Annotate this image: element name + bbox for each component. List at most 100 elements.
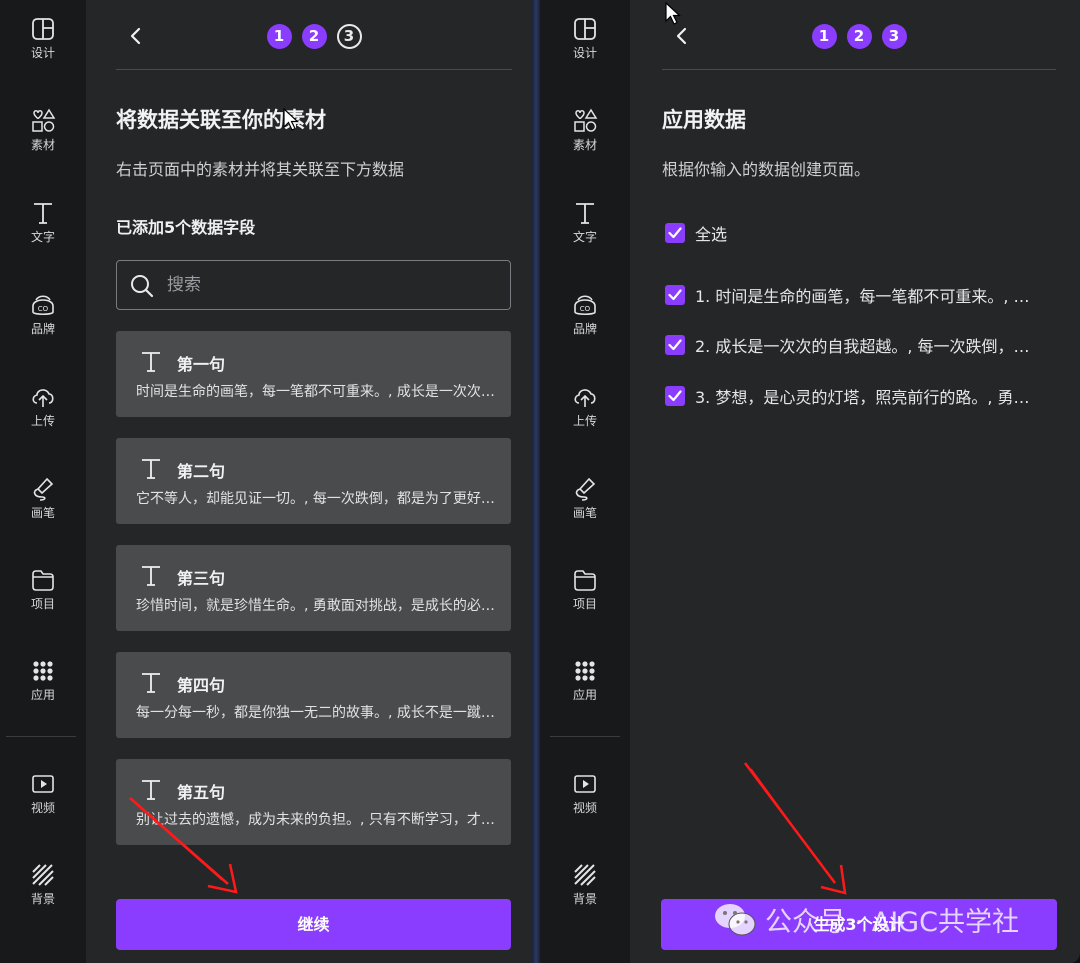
step-3: 3 bbox=[881, 24, 907, 49]
rail-item-video[interactable]: 视频 bbox=[540, 771, 630, 816]
rail-item-upload[interactable]: 上传 bbox=[540, 384, 630, 429]
text-type-icon bbox=[142, 459, 160, 479]
checkbox-checked[interactable] bbox=[665, 285, 685, 305]
rail-item-design[interactable]: 设计 bbox=[0, 16, 86, 61]
rail-item-brand[interactable]: CO 品牌 bbox=[0, 292, 86, 337]
rail-item-text[interactable]: 文字 bbox=[540, 200, 630, 245]
rail-item-elements[interactable]: 素材 bbox=[0, 108, 86, 153]
checkbox-checked[interactable] bbox=[665, 386, 685, 406]
rail-item-label: 品牌 bbox=[30, 322, 55, 336]
apply-data-panel: 1 2 3 应用数据 根据你输入的数据创建页面。 全选 1. 时间是生命的画笔，… bbox=[630, 0, 1080, 963]
data-row-3[interactable]: 3. 梦想，是心灵的灯塔，照亮前行的路。, 勇敢追梦，不负韶华。 bbox=[665, 384, 1045, 408]
field-title: 第三句 bbox=[177, 569, 226, 588]
page-title: 应用数据 bbox=[662, 108, 746, 132]
rail-item-brush[interactable]: 画笔 bbox=[0, 476, 86, 521]
design-icon bbox=[32, 18, 54, 40]
side-rail: 设计素材文字 CO 品牌上传画笔项目应用视频背景 bbox=[0, 0, 86, 963]
rail-item-design[interactable]: 设计 bbox=[540, 16, 630, 61]
apps-icon bbox=[33, 661, 53, 681]
data-row-label: 3. 梦想，是心灵的灯塔，照亮前行的路。, 勇敢追梦，不负韶华。 bbox=[695, 388, 1045, 407]
step-indicator: 1 2 3 bbox=[662, 24, 1056, 49]
select-all-label: 全选 bbox=[695, 225, 728, 244]
text-icon bbox=[34, 203, 52, 224]
page-title: 将数据关联至你的素材 bbox=[116, 108, 326, 132]
data-row-label: 2. 成长是一次次的自我超越。, 每一次跌倒，都是为了更好地站起。 bbox=[695, 337, 1045, 356]
search-input[interactable] bbox=[167, 271, 497, 299]
rail-item-label: 素材 bbox=[572, 138, 597, 152]
rail-item-label: 项目 bbox=[30, 597, 55, 611]
step-1: 1 bbox=[811, 24, 837, 49]
brand-icon: CO bbox=[32, 295, 54, 316]
step-2: 2 bbox=[301, 24, 327, 49]
search-box[interactable] bbox=[116, 260, 511, 310]
left-screen: 设计素材文字 CO 品牌上传画笔项目应用视频背景 1 2 3 将数据关联至你的素材 … bbox=[0, 0, 532, 963]
data-row-2[interactable]: 2. 成长是一次次的自我超越。, 每一次跌倒，都是为了更好地站起。 bbox=[665, 333, 1045, 357]
rail-item-video[interactable]: 视频 bbox=[0, 771, 86, 816]
text-type-icon bbox=[142, 780, 160, 800]
rail-item-apps[interactable]: 应用 bbox=[0, 658, 86, 703]
panel-header: 1 2 3 bbox=[116, 0, 512, 70]
rail-item-brush[interactable]: 画笔 bbox=[540, 476, 630, 521]
field-card-2[interactable]: 第二句 它不等人，却能见证一切。, 每一次跌倒，都是为了更好地站起。 bbox=[116, 438, 511, 524]
rail-item-label: 应用 bbox=[30, 688, 55, 702]
panel-header: 1 2 3 bbox=[662, 0, 1056, 70]
field-card-5[interactable]: 第五句 别让过去的遗憾，成为未来的负担。, 只有不断学习，才能不断进步。 bbox=[116, 759, 511, 845]
rail-item-label: 应用 bbox=[572, 688, 597, 702]
continue-button[interactable]: 继续 bbox=[116, 899, 511, 950]
field-card-1[interactable]: 第一句 时间是生命的画笔，每一笔都不可重来。, 成长是一次次的自我超越。 bbox=[116, 331, 511, 417]
rail-item-label: 背景 bbox=[30, 892, 55, 906]
rail-item-folder[interactable]: 项目 bbox=[540, 567, 630, 612]
field-title: 第四句 bbox=[177, 676, 226, 695]
rail-item-label: 背景 bbox=[572, 892, 597, 906]
svg-text:CO: CO bbox=[580, 305, 591, 313]
data-row-label: 1. 时间是生命的画笔，每一笔都不可重来。, 它不等人，却能见证一切。 bbox=[695, 287, 1045, 306]
rail-item-brand[interactable]: CO 品牌 bbox=[540, 292, 630, 337]
generate-designs-button[interactable]: 生成3个设计 bbox=[661, 899, 1057, 950]
rail-item-label: 文字 bbox=[30, 230, 55, 244]
field-preview: 珍惜时间，就是珍惜生命。, 勇敢面对挑战，是成长的必经之路。 bbox=[136, 598, 496, 614]
video-icon bbox=[574, 775, 596, 793]
folder-icon bbox=[32, 570, 54, 591]
field-card-3[interactable]: 第三句 珍惜时间，就是珍惜生命。, 勇敢面对挑战，是成长的必经之路。 bbox=[116, 545, 511, 631]
fields-count-title: 已添加5个数据字段 bbox=[116, 218, 256, 237]
rail-item-background[interactable]: 背景 bbox=[0, 862, 86, 907]
rail-separator bbox=[550, 736, 620, 737]
elements-icon bbox=[32, 108, 56, 132]
rail-item-label: 视频 bbox=[30, 801, 55, 815]
rail-item-label: 视频 bbox=[572, 801, 597, 815]
data-row-1[interactable]: 1. 时间是生命的画笔，每一笔都不可重来。, 它不等人，却能见证一切。 bbox=[665, 283, 1045, 307]
checkbox-checked[interactable] bbox=[665, 223, 685, 243]
side-rail: 设计素材文字 CO 品牌上传画笔项目应用视频背景 bbox=[540, 0, 630, 963]
video-icon bbox=[32, 775, 54, 793]
page-description: 右击页面中的素材并将其关联至下方数据 bbox=[116, 160, 405, 179]
screen-divider bbox=[532, 0, 540, 963]
rail-item-text[interactable]: 文字 bbox=[0, 200, 86, 245]
rail-item-upload[interactable]: 上传 bbox=[0, 384, 86, 429]
field-title: 第二句 bbox=[177, 462, 226, 481]
design-icon bbox=[574, 18, 596, 40]
background-icon bbox=[32, 864, 54, 886]
rail-item-label: 上传 bbox=[30, 414, 55, 428]
rail-item-apps[interactable]: 应用 bbox=[540, 658, 630, 703]
rail-item-elements[interactable]: 素材 bbox=[540, 108, 630, 153]
rail-item-folder[interactable]: 项目 bbox=[0, 567, 86, 612]
right-screen: 设计素材文字 CO 品牌上传画笔项目应用视频背景 1 2 3 应用数据 根据你输入的… bbox=[540, 0, 1080, 963]
background-icon bbox=[574, 864, 596, 886]
select-all-checkbox[interactable]: 全选 bbox=[665, 221, 1045, 245]
svg-text:CO: CO bbox=[38, 305, 49, 313]
field-title: 第一句 bbox=[177, 355, 226, 374]
brush-icon bbox=[575, 477, 596, 501]
text-type-icon bbox=[142, 566, 160, 586]
data-connect-panel: 1 2 3 将数据关联至你的素材 右击页面中的素材并将其关联至下方数据 已添加5… bbox=[86, 0, 532, 963]
rail-item-label: 素材 bbox=[30, 138, 55, 152]
rail-item-label: 品牌 bbox=[572, 322, 597, 336]
rail-item-label: 设计 bbox=[30, 46, 55, 60]
folder-icon bbox=[574, 570, 596, 591]
step-2: 2 bbox=[846, 24, 872, 49]
rail-item-label: 画笔 bbox=[572, 506, 597, 520]
field-card-4[interactable]: 第四句 每一分每一秒，都是你独一无二的故事。, 成长不是一蹴而就的。 bbox=[116, 652, 511, 738]
text-type-icon bbox=[142, 352, 160, 372]
rail-item-background[interactable]: 背景 bbox=[540, 862, 630, 907]
field-preview: 每一分每一秒，都是你独一无二的故事。, 成长不是一蹴而就的。 bbox=[136, 705, 496, 721]
checkbox-checked[interactable] bbox=[665, 335, 685, 355]
